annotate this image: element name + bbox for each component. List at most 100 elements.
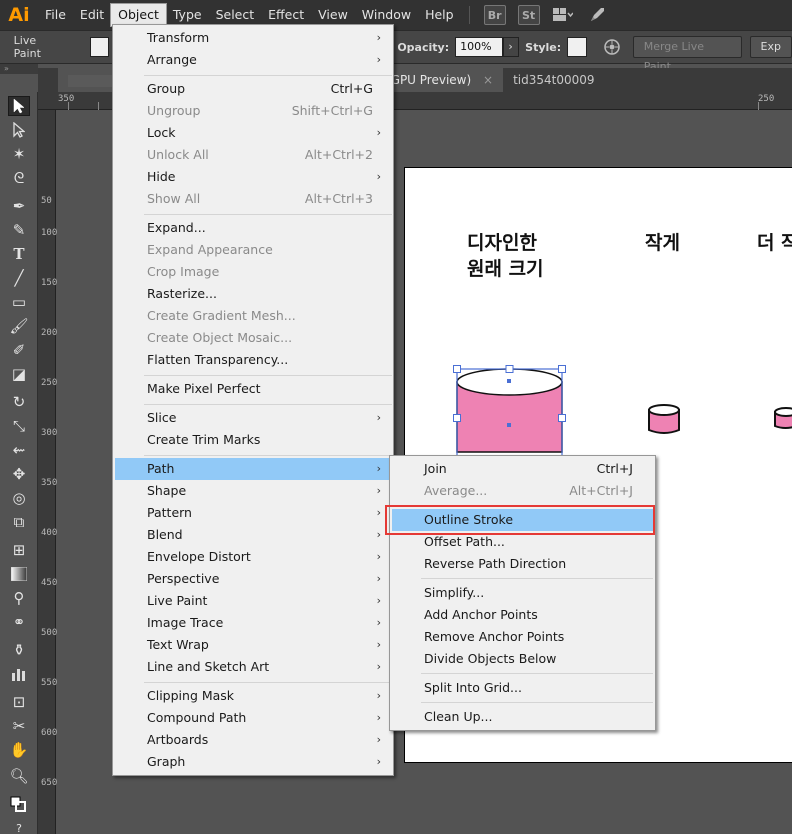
- menu-object[interactable]: Object: [110, 3, 167, 27]
- opacity-label: Opacity:: [397, 40, 450, 54]
- scale-tool-icon[interactable]: ⤡: [8, 416, 30, 436]
- hand-tool-icon[interactable]: ✋: [8, 740, 30, 760]
- menu-flatten-transparency[interactable]: Flatten Transparency...: [115, 349, 391, 371]
- rectangle-tool-icon[interactable]: ▭: [8, 292, 30, 312]
- menu-expand-appearance[interactable]: Expand Appearance: [115, 239, 391, 261]
- menu-edit[interactable]: Edit: [73, 4, 111, 26]
- toolbar-collapse-icon[interactable]: »: [0, 64, 38, 74]
- shape-builder-icon[interactable]: ◎: [8, 488, 30, 508]
- menu-graph[interactable]: Graph ›: [115, 751, 391, 773]
- lasso-icon[interactable]: ᘓ: [8, 168, 30, 188]
- menu-show-all[interactable]: Show All Alt+Ctrl+3: [115, 188, 391, 210]
- menu-ungroup[interactable]: Ungroup Shift+Ctrl+G: [115, 100, 391, 122]
- menu-arrange[interactable]: Arrange ›: [115, 49, 391, 71]
- menu-lock[interactable]: Lock ›: [115, 122, 391, 144]
- width-tool-icon[interactable]: ⇜: [8, 440, 30, 460]
- fill-stroke-swatch-icon[interactable]: [8, 794, 30, 814]
- mesh-tool-icon[interactable]: ⊞: [8, 540, 30, 560]
- menu-path[interactable]: Path ›: [115, 458, 391, 480]
- workspace-layout-icon[interactable]: [552, 5, 574, 25]
- menu-envelope-distort[interactable]: Envelope Distort ›: [115, 546, 391, 568]
- menu-clean-up[interactable]: Clean Up...: [392, 706, 653, 728]
- stroke-weight-field[interactable]: [89, 37, 110, 57]
- menu-window[interactable]: Window: [355, 4, 418, 26]
- menu-remove-anchor-points[interactable]: Remove Anchor Points: [392, 626, 653, 648]
- document-tab-2[interactable]: tid354t00009: [503, 68, 604, 92]
- menu-expand[interactable]: Expand...: [115, 217, 391, 239]
- menu-hide[interactable]: Hide ›: [115, 166, 391, 188]
- menu-crop-image[interactable]: Crop Image: [115, 261, 391, 283]
- type-tool-icon[interactable]: T: [8, 244, 30, 264]
- menu-unlock-all[interactable]: Unlock All Alt+Ctrl+2: [115, 144, 391, 166]
- menu-pattern[interactable]: Pattern ›: [115, 502, 391, 524]
- rotate-tool-icon[interactable]: ↻: [8, 392, 30, 412]
- menu-select[interactable]: Select: [209, 4, 262, 26]
- menu-rasterize[interactable]: Rasterize...: [115, 283, 391, 305]
- column-graph-icon[interactable]: [8, 664, 30, 684]
- menu-add-anchor-points[interactable]: Add Anchor Points: [392, 604, 653, 626]
- slice-tool-icon[interactable]: ✂: [8, 716, 30, 736]
- menu-group[interactable]: Group Ctrl+G: [115, 78, 391, 100]
- menu-shape[interactable]: Shape ›: [115, 480, 391, 502]
- menu-create-object-mosaic[interactable]: Create Object Mosaic...: [115, 327, 391, 349]
- menu-blend[interactable]: Blend ›: [115, 524, 391, 546]
- menu-perspective[interactable]: Perspective ›: [115, 568, 391, 590]
- merge-live-paint-button[interactable]: Merge Live Paint: [632, 36, 742, 73]
- curvature-tool-icon[interactable]: ✎: [8, 220, 30, 240]
- puppet-warp-icon[interactable]: ✥: [8, 464, 30, 484]
- menu-compound-path[interactable]: Compound Path ›: [115, 707, 391, 729]
- menu-view[interactable]: View: [311, 4, 355, 26]
- menu-transform[interactable]: Transform ›: [115, 27, 391, 49]
- cylinder-smallest[interactable]: [774, 407, 792, 429]
- menu-live-paint[interactable]: Live Paint ›: [115, 590, 391, 612]
- close-tab-icon[interactable]: ×: [483, 73, 493, 87]
- pen-tool-icon[interactable]: ✒: [8, 196, 30, 216]
- rocket-icon[interactable]: [586, 5, 608, 25]
- selection-tool-icon[interactable]: [8, 96, 30, 116]
- gradient-tool-icon[interactable]: [8, 564, 30, 584]
- style-swatch[interactable]: [567, 37, 587, 57]
- menu-effect[interactable]: Effect: [261, 4, 311, 26]
- expand-button[interactable]: Exp: [749, 36, 792, 58]
- cylinder-small[interactable]: [648, 404, 680, 434]
- bridge-button[interactable]: Br: [483, 5, 506, 25]
- eraser-icon[interactable]: ◪: [8, 364, 30, 384]
- blend-tool-icon[interactable]: ⚭: [8, 612, 30, 632]
- menu-simplify[interactable]: Simplify...: [392, 582, 653, 604]
- menu-image-trace[interactable]: Image Trace ›: [115, 612, 391, 634]
- menu-join[interactable]: Join Ctrl+J: [392, 458, 653, 480]
- shaper-tool-icon[interactable]: ✐: [8, 340, 30, 360]
- menu-average[interactable]: Average... Alt+Ctrl+J: [392, 480, 653, 502]
- menu-reverse-path-direction[interactable]: Reverse Path Direction: [392, 553, 653, 575]
- zoom-tool-icon[interactable]: 🔍︎: [8, 766, 30, 786]
- opacity-arrow-icon[interactable]: ›: [503, 37, 520, 57]
- menu-type[interactable]: Type: [166, 4, 209, 26]
- menu-create-gradient-mesh[interactable]: Create Gradient Mesh...: [115, 305, 391, 327]
- menu-separator: [144, 455, 392, 456]
- magic-wand-icon[interactable]: ✶: [8, 144, 30, 164]
- recolor-icon[interactable]: [600, 36, 623, 58]
- menu-help[interactable]: Help: [418, 4, 461, 26]
- artboard-tool-icon[interactable]: ⊡: [8, 692, 30, 712]
- direct-selection-tool-icon[interactable]: [8, 120, 30, 140]
- menu-file[interactable]: File: [38, 4, 73, 26]
- menu-outline-stroke[interactable]: Outline Stroke: [392, 509, 653, 531]
- line-tool-icon[interactable]: ╱: [8, 268, 30, 288]
- default-colors-icon[interactable]: ?: [8, 818, 30, 834]
- menu-clipping-mask[interactable]: Clipping Mask ›: [115, 685, 391, 707]
- menu-artboards[interactable]: Artboards ›: [115, 729, 391, 751]
- menu-text-wrap[interactable]: Text Wrap ›: [115, 634, 391, 656]
- menu-slice[interactable]: Slice ›: [115, 407, 391, 429]
- menu-divide-objects-below[interactable]: Divide Objects Below: [392, 648, 653, 670]
- symbol-sprayer-icon[interactable]: ⚱: [8, 640, 30, 660]
- perspective-grid-icon[interactable]: ⧉: [8, 512, 30, 532]
- opacity-input[interactable]: 100%: [455, 37, 504, 57]
- menu-make-pixel-perfect[interactable]: Make Pixel Perfect: [115, 378, 391, 400]
- menu-offset-path[interactable]: Offset Path...: [392, 531, 653, 553]
- stock-button[interactable]: St: [517, 5, 540, 25]
- eyedropper-icon[interactable]: ⚲: [8, 588, 30, 608]
- menu-line-and-sketch-art[interactable]: Line and Sketch Art ›: [115, 656, 391, 678]
- menu-create-trim-marks[interactable]: Create Trim Marks: [115, 429, 391, 451]
- menu-split-into-grid[interactable]: Split Into Grid...: [392, 677, 653, 699]
- paintbrush-icon[interactable]: 🖌: [8, 316, 30, 336]
